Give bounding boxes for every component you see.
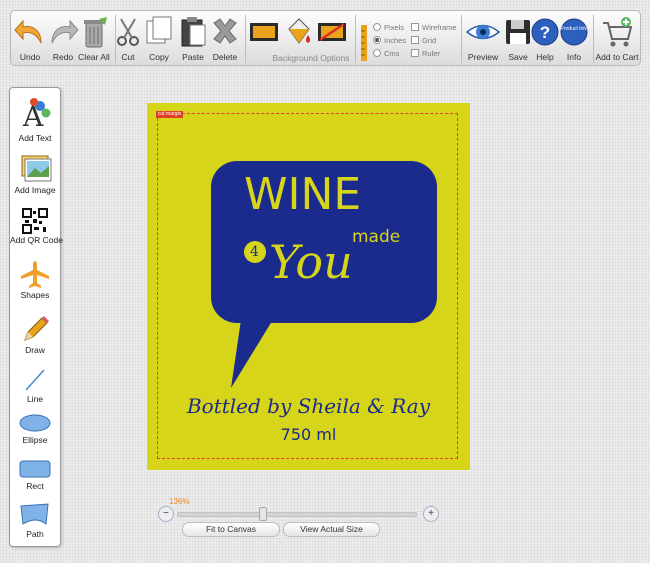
- bottled-by-text[interactable]: Bottled by Sheila & Ray: [147, 394, 470, 418]
- delete-x-icon: [213, 18, 237, 44]
- add-qr-code-tool[interactable]: Add QR Code: [10, 208, 63, 245]
- wine-text[interactable]: WINE: [244, 169, 361, 220]
- checkbox-icon: [411, 49, 419, 58]
- toolbar-separator: [461, 15, 462, 63]
- toolbar-separator: [355, 15, 356, 63]
- zoom-slider-track[interactable]: [177, 512, 417, 517]
- you-text[interactable]: You: [269, 235, 353, 289]
- grid-checkbox[interactable]: Grid: [411, 36, 436, 45]
- design-canvas[interactable]: cut margin WINE made 4 You Bottled by Sh…: [147, 103, 470, 470]
- shapes-tool[interactable]: Shapes: [10, 259, 60, 300]
- unit-inches-radio[interactable]: Inches: [373, 36, 406, 45]
- scissors-icon: [117, 18, 139, 46]
- redo-icon: [51, 19, 79, 44]
- pencil-icon: [24, 316, 49, 341]
- draw-tool[interactable]: Draw: [10, 314, 60, 355]
- trash-can-icon: [84, 17, 107, 48]
- zoom-slider-thumb[interactable]: [259, 507, 268, 521]
- svg-text:?: ?: [540, 23, 550, 42]
- product-info-icon: [560, 18, 588, 46]
- clipboard-icon: [181, 17, 206, 47]
- delete-button[interactable]: Delete: [209, 11, 241, 65]
- line-icon: [25, 369, 45, 391]
- background-image-icon: [318, 22, 346, 42]
- unit-pixels-radio[interactable]: Pixels: [373, 23, 404, 32]
- zoom-in-button[interactable]: +: [423, 506, 439, 522]
- toolbar-separator: [245, 15, 246, 63]
- add-text-icon: A: [22, 98, 51, 132]
- zoom-out-button[interactable]: −: [158, 506, 174, 522]
- made-text[interactable]: made: [352, 227, 400, 247]
- ruler-checkbox[interactable]: Ruler: [411, 49, 440, 58]
- zoom-out-icon: −: [163, 508, 169, 519]
- paint-bucket-icon: [288, 18, 310, 44]
- add-text-tool[interactable]: A Add Text: [10, 96, 60, 143]
- ellipse-icon: [19, 414, 51, 432]
- checkbox-icon: [411, 23, 419, 32]
- info-button[interactable]: Product Info Info: [559, 11, 589, 65]
- fit-to-canvas-button[interactable]: Fit to Canvas: [182, 522, 280, 537]
- checkbox-icon: [411, 36, 419, 45]
- zoom-percent: 136%: [169, 497, 190, 506]
- airplane-icon: [21, 261, 49, 288]
- shopping-cart-icon: [603, 17, 633, 47]
- line-tool[interactable]: Line: [10, 367, 60, 404]
- rect-tool[interactable]: Rect: [10, 458, 60, 491]
- paste-button[interactable]: Paste: [177, 11, 209, 65]
- redo-button[interactable]: Redo: [47, 11, 79, 65]
- radio-icon: [373, 49, 381, 58]
- help-button[interactable]: ? Help: [531, 11, 559, 65]
- radio-icon: [373, 23, 381, 32]
- ellipse-tool[interactable]: Ellipse: [10, 412, 60, 445]
- add-image-icon: [21, 155, 52, 182]
- cut-button[interactable]: Cut: [115, 11, 141, 65]
- wireframe-checkbox[interactable]: Wireframe: [411, 23, 457, 32]
- copy-button[interactable]: Copy: [143, 11, 175, 65]
- view-actual-size-button[interactable]: View Actual Size: [283, 522, 380, 537]
- add-image-tool[interactable]: Add Image: [10, 154, 60, 195]
- path-icon: [20, 503, 49, 525]
- volume-text[interactable]: 750 ml: [147, 425, 470, 444]
- clear-all-button[interactable]: Clear All: [77, 11, 111, 65]
- rect-icon: [19, 460, 51, 478]
- unit-cms-radio[interactable]: Cms: [373, 49, 399, 58]
- zoom-in-icon: +: [428, 508, 434, 519]
- background-fill-icon: [250, 23, 278, 41]
- ruler-slider-icon: [361, 25, 367, 61]
- side-toolbar: A Add Text Add Image Add QR Code Shapes …: [9, 87, 63, 547]
- add-to-cart-button[interactable]: Add to Cart: [594, 11, 640, 65]
- undo-icon: [14, 19, 42, 44]
- path-tool[interactable]: Path: [10, 502, 60, 539]
- preview-button[interactable]: Preview: [463, 11, 503, 65]
- eye-icon: [466, 24, 500, 40]
- radio-selected-icon: [373, 36, 381, 45]
- main-toolbar: Undo Redo Clear All Cut Copy Paste Delet…: [10, 10, 641, 66]
- copy-icon: [146, 16, 172, 44]
- four-text[interactable]: 4: [250, 244, 259, 260]
- undo-button[interactable]: Undo: [13, 11, 47, 65]
- qr-code-icon: [22, 208, 48, 234]
